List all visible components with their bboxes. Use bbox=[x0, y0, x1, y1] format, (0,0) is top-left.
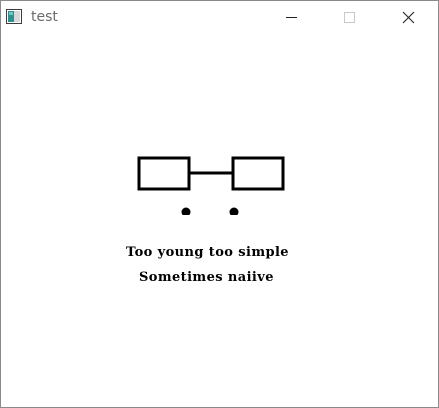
app-window: test Too young too simple Sometimes naii… bbox=[0, 0, 439, 408]
close-icon bbox=[402, 11, 415, 24]
client-area: Too young too simple Sometimes naiive bbox=[1, 34, 438, 407]
title-bar[interactable]: test bbox=[1, 1, 438, 34]
minimize-icon bbox=[286, 17, 297, 18]
window-title: test bbox=[31, 9, 58, 25]
caption-line-2: Sometimes naiive bbox=[139, 270, 274, 285]
caption-line-1: Too young too simple bbox=[126, 245, 289, 260]
close-button[interactable] bbox=[385, 1, 431, 34]
maximize-icon bbox=[344, 12, 355, 23]
minimize-button[interactable] bbox=[269, 1, 315, 34]
app-window-icon[interactable] bbox=[6, 9, 22, 24]
glasses-face-icon bbox=[137, 156, 285, 215]
maximize-button[interactable] bbox=[327, 1, 373, 34]
